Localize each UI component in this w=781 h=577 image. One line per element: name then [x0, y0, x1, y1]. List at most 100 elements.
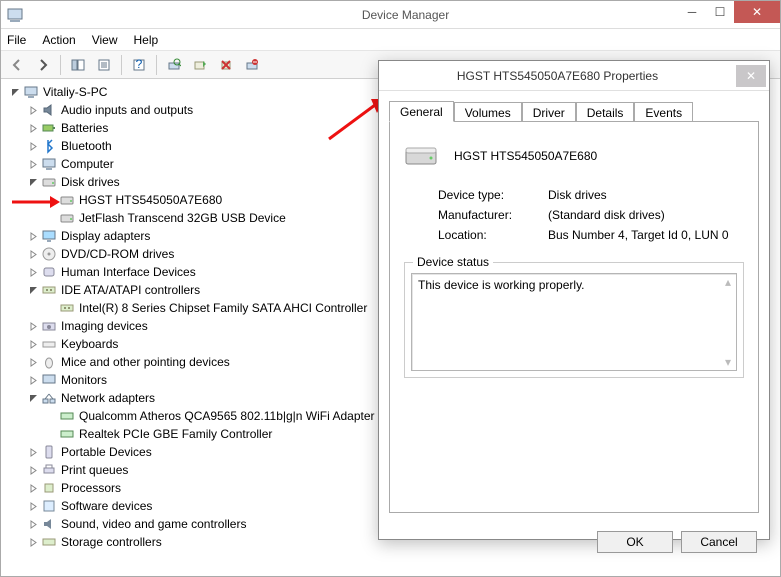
- node-label: Imaging devices: [61, 319, 148, 333]
- cpu-icon: [41, 480, 57, 496]
- value-location: Bus Number 4, Target Id 0, LUN 0: [548, 228, 729, 242]
- properties-dialog: HGST HTS545050A7E680 Properties ✕ Genera…: [378, 60, 770, 540]
- tab-volumes[interactable]: Volumes: [454, 102, 522, 122]
- chevron-down-icon[interactable]: [27, 284, 39, 296]
- hdd-icon: [59, 210, 75, 226]
- label-manufacturer: Manufacturer:: [438, 208, 548, 222]
- menu-file[interactable]: File: [7, 33, 26, 47]
- chevron-right-icon[interactable]: [27, 104, 39, 116]
- uninstall-button[interactable]: [214, 53, 238, 77]
- titlebar: Device Manager ─ ☐ ✕: [1, 1, 780, 29]
- chevron-right-icon[interactable]: [27, 320, 39, 332]
- node-label: DVD/CD-ROM drives: [61, 247, 174, 261]
- node-label: Audio inputs and outputs: [61, 103, 193, 117]
- chevron-down-icon[interactable]: [27, 392, 39, 404]
- menubar: File Action View Help: [1, 29, 780, 51]
- tab-driver[interactable]: Driver: [522, 102, 576, 122]
- help-button[interactable]: ?: [127, 53, 151, 77]
- scroll-up-icon[interactable]: ▴: [722, 276, 734, 288]
- chevron-right-icon[interactable]: [27, 230, 39, 242]
- ide-icon: [41, 282, 57, 298]
- chevron-right-icon[interactable]: [27, 122, 39, 134]
- node-label: Human Interface Devices: [61, 265, 196, 279]
- node-label: Network adapters: [61, 391, 155, 405]
- hdd-icon: [404, 142, 438, 170]
- storage-icon: [41, 534, 57, 550]
- chevron-right-icon[interactable]: [27, 248, 39, 260]
- disable-button[interactable]: [240, 53, 264, 77]
- cancel-button[interactable]: Cancel: [681, 531, 757, 553]
- dialog-tabs: General Volumes Driver Details Events: [389, 99, 759, 121]
- node-label: Monitors: [61, 373, 107, 387]
- chevron-right-icon[interactable]: [27, 338, 39, 350]
- device-status-text: This device is working properly. ▴ ▾: [411, 273, 737, 371]
- node-label: Display adapters: [61, 229, 150, 243]
- node-label: JetFlash Transcend 32GB USB Device: [79, 211, 286, 225]
- maximize-button[interactable]: ☐: [706, 1, 734, 23]
- tab-events[interactable]: Events: [634, 102, 693, 122]
- node-label: Vitaliy-S-PC: [43, 85, 107, 99]
- chevron-right-icon[interactable]: [27, 500, 39, 512]
- mouse-icon: [41, 354, 57, 370]
- audio-icon: [41, 102, 57, 118]
- battery-icon: [41, 120, 57, 136]
- ok-button[interactable]: OK: [597, 531, 673, 553]
- node-label: Qualcomm Atheros QCA9565 802.11b|g|n WiF…: [79, 409, 375, 423]
- dialog-title: HGST HTS545050A7E680 Properties: [379, 69, 736, 83]
- chevron-down-icon[interactable]: [27, 176, 39, 188]
- chevron-right-icon[interactable]: [27, 482, 39, 494]
- label-device-type: Device type:: [438, 188, 548, 202]
- back-button[interactable]: [5, 53, 29, 77]
- node-label: Processors: [61, 481, 121, 495]
- nic-icon: [59, 426, 75, 442]
- label-location: Location:: [438, 228, 548, 242]
- node-label: Batteries: [61, 121, 108, 135]
- node-label: Disk drives: [61, 175, 120, 189]
- menu-view[interactable]: View: [92, 33, 118, 47]
- portable-icon: [41, 444, 57, 460]
- node-label: Storage controllers: [61, 535, 162, 549]
- chevron-right-icon[interactable]: [27, 266, 39, 278]
- dialog-titlebar: HGST HTS545050A7E680 Properties ✕: [379, 61, 769, 91]
- dvd-icon: [41, 246, 57, 262]
- device-status-legend: Device status: [413, 255, 493, 269]
- menu-action[interactable]: Action: [42, 33, 75, 47]
- window-title: Device Manager: [31, 8, 780, 22]
- node-label: HGST HTS545050A7E680: [79, 193, 222, 207]
- scan-hardware-button[interactable]: [162, 53, 186, 77]
- disk-icon: [41, 174, 57, 190]
- chevron-right-icon[interactable]: [27, 536, 39, 548]
- tab-general[interactable]: General: [389, 101, 454, 122]
- menu-help[interactable]: Help: [134, 33, 159, 47]
- scroll-down-icon[interactable]: ▾: [722, 356, 734, 368]
- tab-pane-general: HGST HTS545050A7E680 Device type: Disk d…: [389, 121, 759, 513]
- svg-text:?: ?: [136, 58, 143, 71]
- computer-icon: [41, 156, 57, 172]
- printer-icon: [41, 462, 57, 478]
- status-scrollbar[interactable]: ▴ ▾: [722, 276, 734, 368]
- update-driver-button[interactable]: [188, 53, 212, 77]
- chevron-right-icon[interactable]: [27, 518, 39, 530]
- close-button[interactable]: ✕: [734, 1, 780, 23]
- value-manufacturer: (Standard disk drives): [548, 208, 665, 222]
- chevron-right-icon[interactable]: [27, 158, 39, 170]
- chevron-right-icon[interactable]: [27, 446, 39, 458]
- node-label: Portable Devices: [61, 445, 152, 459]
- chevron-down-icon[interactable]: [9, 86, 21, 98]
- properties-button[interactable]: [92, 53, 116, 77]
- app-icon: [7, 7, 23, 23]
- chevron-right-icon[interactable]: [27, 140, 39, 152]
- chevron-right-icon[interactable]: [27, 464, 39, 476]
- monitor-icon: [41, 372, 57, 388]
- dialog-close-button[interactable]: ✕: [736, 65, 766, 87]
- hid-icon: [41, 264, 57, 280]
- network-icon: [41, 390, 57, 406]
- minimize-button[interactable]: ─: [678, 1, 706, 23]
- tab-details[interactable]: Details: [576, 102, 635, 122]
- chevron-right-icon[interactable]: [27, 356, 39, 368]
- chevron-right-icon[interactable]: [27, 374, 39, 386]
- show-hide-tree-button[interactable]: [66, 53, 90, 77]
- ide-icon: [59, 300, 75, 316]
- node-label: Mice and other pointing devices: [61, 355, 230, 369]
- forward-button[interactable]: [31, 53, 55, 77]
